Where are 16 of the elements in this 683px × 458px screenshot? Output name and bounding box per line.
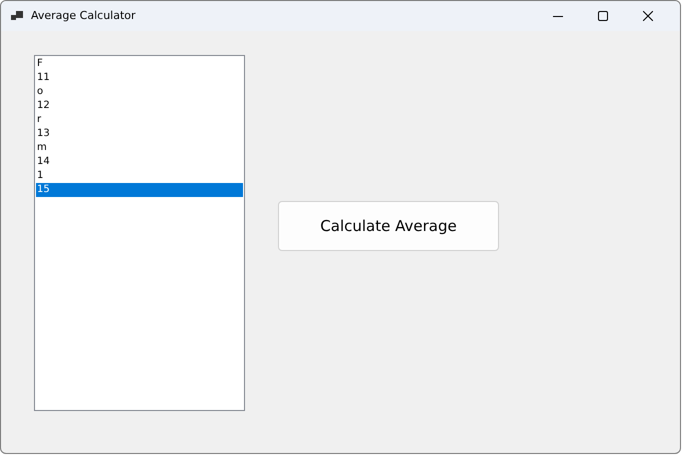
list-item[interactable]: 1: [36, 169, 243, 183]
list-item[interactable]: 13: [36, 127, 243, 141]
list-item[interactable]: o: [36, 85, 243, 99]
calculate-average-button[interactable]: Calculate Average: [278, 201, 499, 251]
window-title: Average Calculator: [31, 8, 136, 24]
list-item[interactable]: 15: [36, 183, 243, 197]
list-item[interactable]: 14: [36, 155, 243, 169]
list-item[interactable]: m: [36, 141, 243, 155]
list-item[interactable]: F: [36, 57, 243, 71]
list-item[interactable]: r: [36, 113, 243, 127]
app-icon: [11, 11, 23, 21]
close-icon: [642, 11, 652, 21]
maximize-icon: [598, 11, 608, 21]
list-item[interactable]: 12: [36, 99, 243, 113]
list-box[interactable]: F 11 o 12 r 13 m 14 1 15: [34, 55, 245, 411]
list-item[interactable]: 11: [36, 71, 243, 85]
